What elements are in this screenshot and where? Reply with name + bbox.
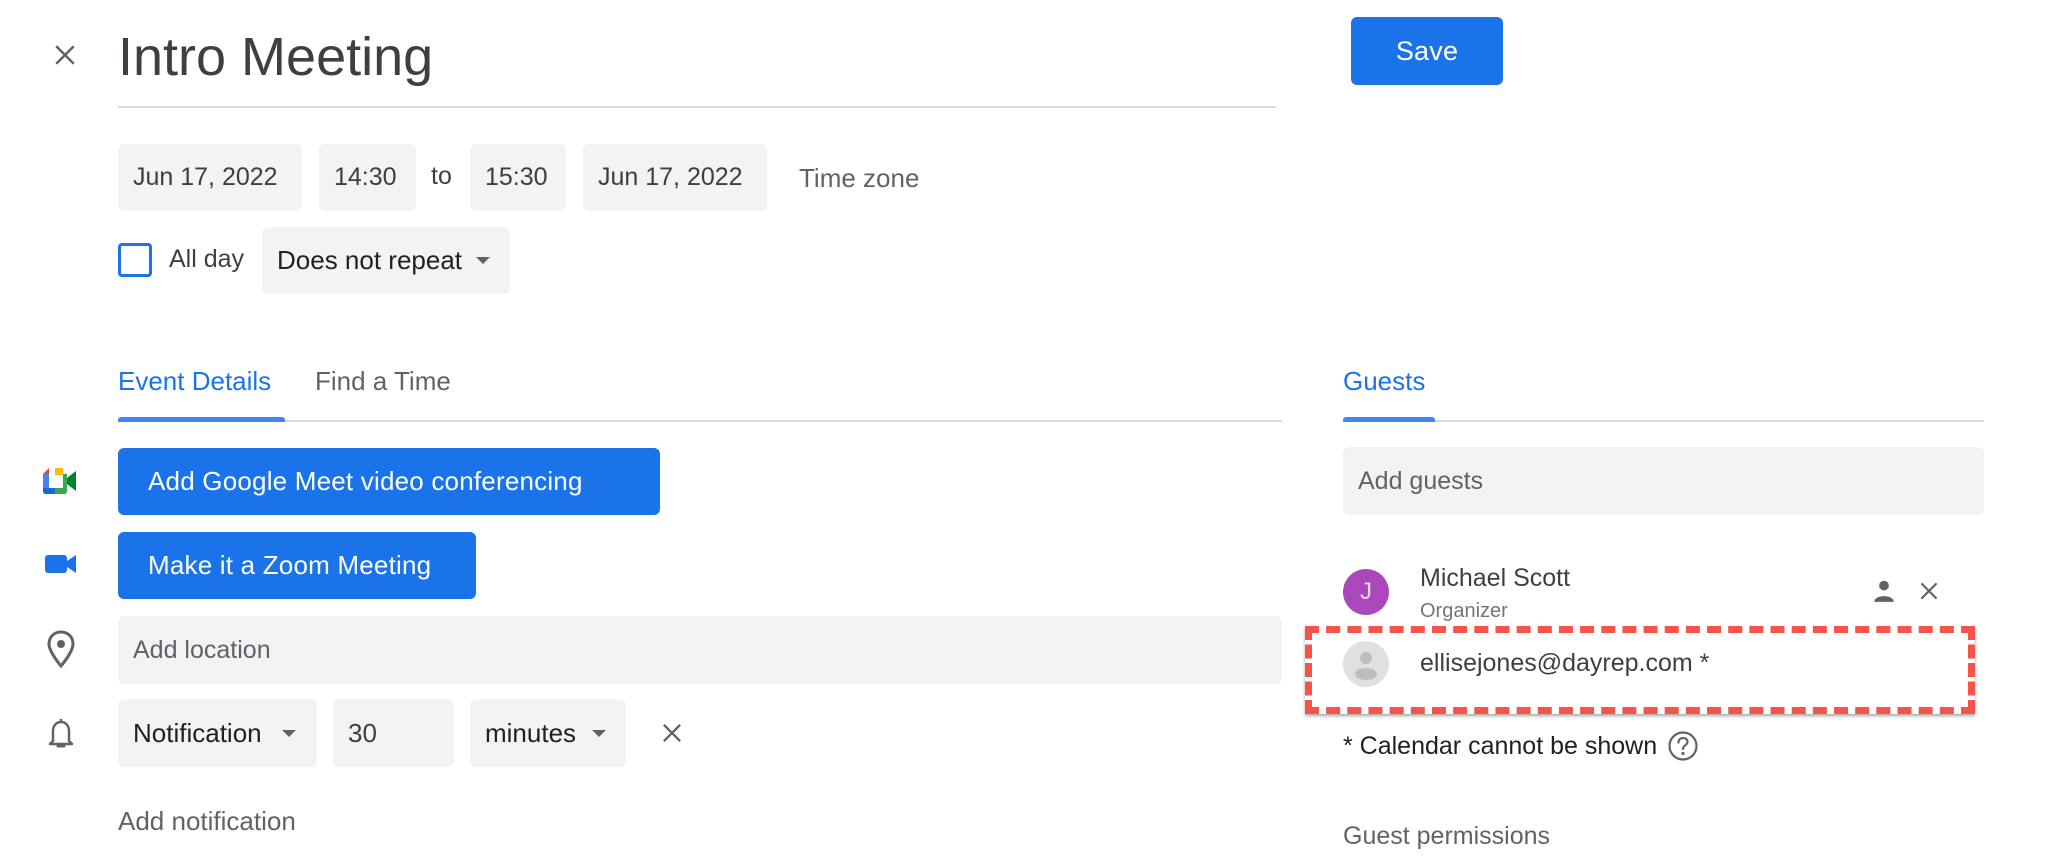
guest-permissions-label: Guest permissions [1343, 822, 1551, 850]
remove-notification-icon[interactable] [658, 719, 686, 747]
google-meet-icon [43, 466, 79, 496]
calendar-note: * Calendar cannot be shown [1343, 730, 1699, 762]
start-time-chip[interactable]: 14:30 [319, 144, 416, 211]
guest-row[interactable]: J Michael Scott Organizer [1343, 560, 1984, 624]
repeat-dropdown[interactable]: Does not repeat [262, 227, 510, 294]
zoom-meeting-button[interactable]: Make it a Zoom Meeting [118, 532, 476, 599]
to-label: to [431, 162, 452, 190]
end-time-chip[interactable]: 15:30 [470, 144, 566, 211]
chevron-down-icon [476, 257, 491, 264]
help-circle-icon[interactable] [1667, 730, 1699, 762]
notification-amount-input[interactable]: 30 [333, 699, 454, 767]
remove-guest-icon[interactable] [1916, 578, 1942, 604]
close-icon[interactable] [50, 40, 80, 70]
guest-name: Michael Scott [1420, 564, 1571, 592]
add-google-meet-button[interactable]: Add Google Meet video conferencing [118, 448, 660, 515]
highlight-annotation [1305, 626, 1975, 714]
tab-bar [118, 420, 1282, 422]
tab-guests[interactable]: Guests [1343, 366, 1425, 422]
tab-event-details[interactable]: Event Details [118, 366, 271, 422]
guests-tab-bar [1343, 420, 1984, 422]
chevron-down-icon [281, 729, 296, 737]
location-pin-icon [46, 629, 76, 669]
location-input[interactable]: Add location [118, 616, 1282, 684]
notification-unit-dropdown[interactable]: minutes [470, 699, 626, 767]
zoom-video-icon [45, 553, 77, 575]
avatar: J [1343, 569, 1389, 615]
bell-icon [46, 716, 76, 750]
all-day-checkbox[interactable] [118, 243, 152, 277]
notification-type-dropdown[interactable]: Notification [118, 699, 317, 767]
all-day-label: All day [169, 245, 245, 273]
guests-tab-indicator [1343, 417, 1435, 422]
time-zone-button[interactable]: Time zone [799, 163, 919, 194]
save-button[interactable]: Save [1351, 17, 1503, 85]
event-title-input[interactable]: Intro Meeting [118, 22, 1276, 108]
guest-role: Organizer [1420, 600, 1508, 622]
chevron-down-icon [592, 729, 607, 737]
start-date-chip[interactable]: Jun 17, 2022 [118, 144, 302, 211]
tab-active-indicator [118, 417, 285, 422]
event-title: Intro Meeting [118, 27, 434, 87]
tab-find-a-time[interactable]: Find a Time [315, 366, 451, 422]
person-icon[interactable] [1871, 578, 1897, 604]
add-guests-input[interactable]: Add guests [1343, 447, 1984, 515]
add-notification-button[interactable]: Add notification [118, 806, 296, 837]
end-date-chip[interactable]: Jun 17, 2022 [583, 144, 767, 211]
